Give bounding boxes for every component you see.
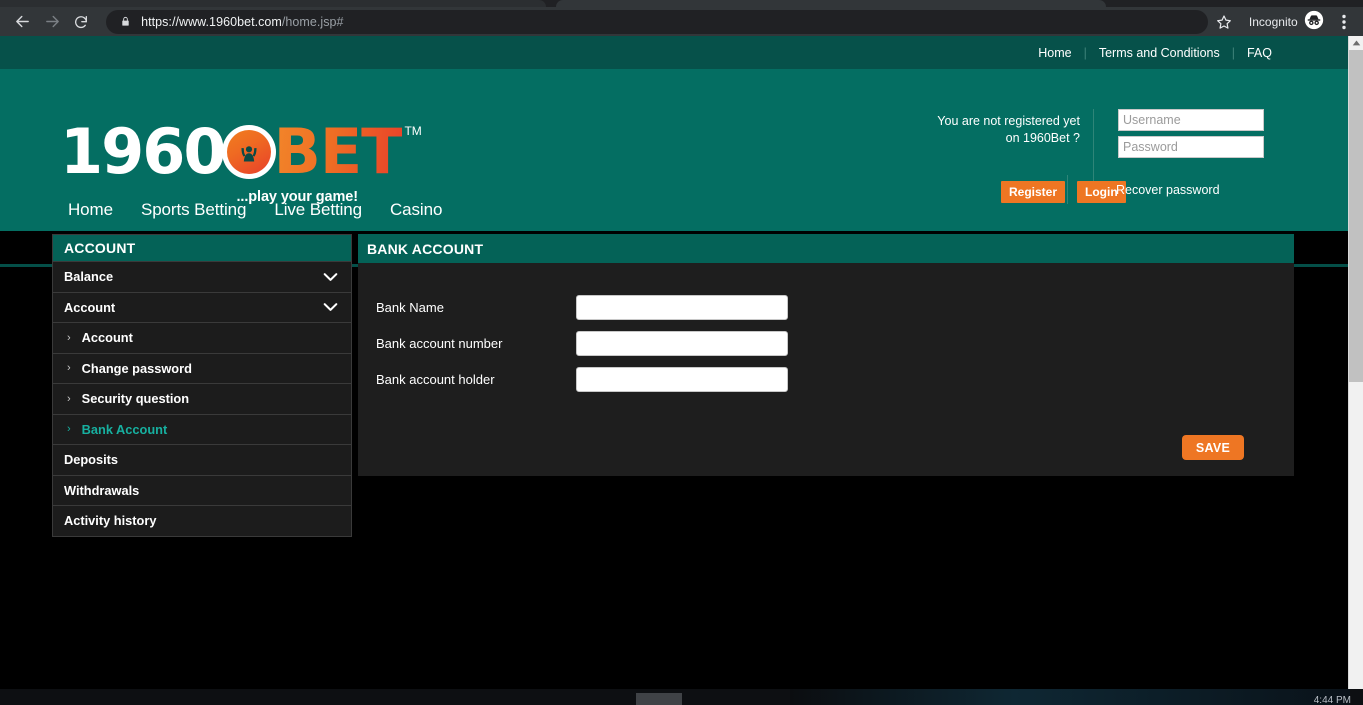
scrollbar-thumb[interactable] (1349, 50, 1363, 382)
scrollbar-up-arrow-icon[interactable] (1349, 36, 1363, 50)
url-text: https://www.1960bet.com/home.jsp# (141, 15, 343, 29)
utility-link-terms[interactable]: Terms and Conditions (1087, 46, 1232, 60)
url-bar[interactable]: https://www.1960bet.com/home.jsp# (106, 10, 1207, 34)
username-input[interactable] (1118, 109, 1264, 131)
chevron-down-icon (323, 269, 338, 284)
os-taskbar: 4:44 PM (0, 689, 1363, 705)
nav-item-casino[interactable]: Casino (390, 200, 442, 220)
page-content: ACCOUNT Balance Account › Account › Chan… (0, 234, 1348, 689)
browser-tab-inactive[interactable] (0, 0, 546, 7)
url-path: /home.jsp# (282, 15, 344, 29)
sidebar-item-label: Account (64, 300, 115, 315)
incognito-label: Incognito (1249, 15, 1298, 29)
logo-trademark: TM (404, 125, 421, 137)
panel-title: BANK ACCOUNT (358, 234, 1294, 263)
nav-item-live-betting[interactable]: Live Betting (274, 200, 362, 220)
not-registered-line-1: You are not registered yet (930, 113, 1080, 130)
sidebar-header: ACCOUNT (53, 235, 351, 261)
browser-chrome: https://www.1960bet.com/home.jsp# Incogn… (0, 0, 1363, 36)
sidebar-item-balance[interactable]: Balance (53, 261, 351, 292)
utility-link-home[interactable]: Home (1026, 46, 1083, 60)
utility-links: Home | Terms and Conditions | FAQ (1026, 46, 1284, 60)
url-origin: https://www.1960bet.com (141, 15, 282, 29)
sidebar-item-label: Change password (82, 361, 192, 376)
taskbar-clock: 4:44 PM (1314, 695, 1351, 705)
chevron-down-icon (323, 300, 338, 315)
chevron-right-icon: › (67, 362, 71, 374)
logo-wordmark: 1960 BET TM (60, 121, 360, 183)
sidebar-item-label: Account (82, 330, 133, 345)
incognito-indicator[interactable]: Incognito (1249, 10, 1324, 33)
sidebar-item-activity-history[interactable]: Activity history (53, 505, 351, 536)
sidebar-item-deposits[interactable]: Deposits (53, 444, 351, 475)
chevron-right-icon: › (67, 423, 71, 435)
site-header: 1960 BET TM ...play your game! (0, 69, 1348, 231)
utility-bar: Home | Terms and Conditions | FAQ (0, 36, 1348, 69)
bank-name-input[interactable] (576, 295, 788, 320)
taskbar-background (790, 689, 1350, 705)
sidebar-item-label: Withdrawals (64, 483, 139, 498)
sidebar-item-label: Activity history (64, 513, 156, 528)
form-row-bank-name: Bank Name (358, 289, 1294, 325)
save-button[interactable]: SAVE (1182, 435, 1244, 460)
logo-text-bet: BET (274, 121, 403, 183)
sidebar-item-label: Deposits (64, 452, 118, 467)
sidebar-item-label: Security question (82, 391, 189, 406)
sidebar-item-withdrawals[interactable]: Withdrawals (53, 475, 351, 506)
page-viewport: Home | Terms and Conditions | FAQ 1960 (0, 36, 1348, 689)
back-arrow-icon[interactable] (8, 7, 37, 36)
sidebar-item-bank-account[interactable]: › Bank Account (53, 414, 351, 445)
bank-account-number-label: Bank account number (376, 336, 576, 351)
credentials-group (1118, 109, 1264, 163)
star-icon[interactable] (1210, 7, 1239, 36)
three-dot-menu-icon[interactable] (1330, 7, 1359, 36)
browser-tab-strip (0, 0, 1363, 7)
sidebar-item-label: Balance (64, 269, 113, 284)
account-sidebar: ACCOUNT Balance Account › Account › Chan… (52, 234, 352, 537)
form-row-bank-account-holder: Bank account holder (358, 361, 1294, 397)
not-registered-text: You are not registered yet on 1960Bet ? (930, 113, 1080, 147)
not-registered-line-2: on 1960Bet ? (930, 130, 1080, 147)
password-input[interactable] (1118, 136, 1264, 158)
sidebar-item-account-group[interactable]: Account (53, 292, 351, 323)
forward-arrow-icon[interactable] (37, 7, 66, 36)
page-scrollbar[interactable] (1348, 36, 1363, 705)
bank-account-panel: BANK ACCOUNT Bank Name Bank account numb… (358, 234, 1294, 476)
chevron-right-icon: › (67, 332, 71, 344)
logo-text-1960: 1960 (60, 121, 225, 183)
player-figure-icon (222, 125, 276, 179)
utility-link-faq[interactable]: FAQ (1235, 46, 1284, 60)
taskbar-window-button[interactable] (636, 693, 682, 705)
bank-account-holder-label: Bank account holder (376, 372, 576, 387)
browser-tab-active[interactable] (556, 0, 1106, 7)
form-row-bank-account-number: Bank account number (358, 325, 1294, 361)
bank-name-label: Bank Name (376, 300, 576, 315)
lock-icon (120, 15, 131, 28)
incognito-icon (1304, 10, 1324, 33)
sidebar-item-change-password[interactable]: › Change password (53, 353, 351, 384)
bank-account-holder-input[interactable] (576, 367, 788, 392)
sidebar-item-account[interactable]: › Account (53, 322, 351, 353)
sidebar-item-security-question[interactable]: › Security question (53, 383, 351, 414)
browser-toolbar: https://www.1960bet.com/home.jsp# Incogn… (0, 7, 1363, 36)
sidebar-item-label: Bank Account (82, 422, 168, 437)
chevron-right-icon: › (67, 393, 71, 405)
panel-body: Bank Name Bank account number Bank accou… (358, 263, 1294, 476)
reload-icon[interactable] (67, 7, 96, 36)
main-navigation: Home Sports Betting Live Betting Casino (0, 189, 1348, 231)
nav-item-sports-betting[interactable]: Sports Betting (141, 200, 246, 220)
nav-item-home[interactable]: Home (68, 200, 113, 220)
bank-account-number-input[interactable] (576, 331, 788, 356)
